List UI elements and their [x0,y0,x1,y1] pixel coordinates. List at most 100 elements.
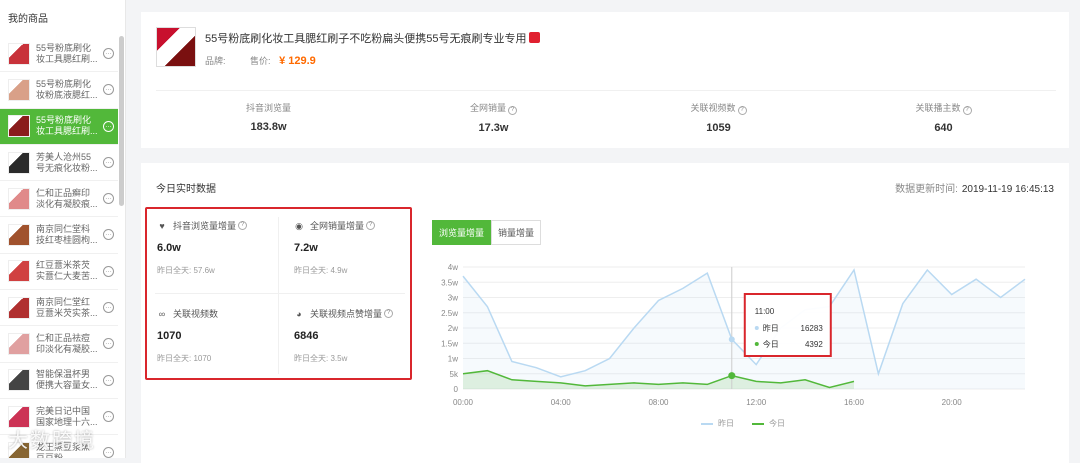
sidebar-item[interactable]: 智能保温杯男便携大容量女... … [0,363,118,399]
sidebar-title: 我的商品 [8,14,48,25]
sidebar-item-label: 芳美人沧州55号无痕化妆粉... [36,151,98,173]
product-thumbnail [8,333,30,356]
sidebar-item[interactable]: 芳美人沧州55号无痕化妆粉... … [0,145,118,182]
stat-label: 关联视频数? [606,101,831,115]
sidebar-item[interactable]: 南京同仁堂科技红枣桂圆枸... … [0,217,118,254]
product-thumbnail [8,78,30,101]
y-tick-label: 1w [448,355,458,364]
product-meta: 品牌: 售价: ¥ 129.9 [205,54,316,67]
x-tick-label: 08:00 [648,398,669,407]
tooltip-label: 昨日 [763,323,779,333]
sidebar-item-label: 南京同仁堂科技红枣桂圆枸... [36,224,98,246]
sidebar-item[interactable]: 南京同仁堂红豆薏米芡实茶...… [0,290,118,327]
x-tick-label: 20:00 [942,398,963,407]
divider [278,217,279,374]
tooltip-marker [754,326,759,330]
product-thumbnail [8,369,30,392]
stats-row: 抖音浏览量 183.8w 全网销量? 17.3w 关联视频数? 1059 关联播… [156,90,1056,140]
more-icon[interactable]: … [103,193,114,205]
metric-value: 6.0w [157,242,181,254]
stat-value: 1059 [706,122,731,134]
metric-yesterday: 昨日全天: 3.5w [294,354,348,363]
metric-videos: ∞ 关联视频数 1070 昨日全天: 1070 [147,297,275,377]
help-icon[interactable]: ? [384,309,394,318]
sidebar-item[interactable]: 红豆薏米茶芡实薏仁大麦苦... … [0,254,118,291]
y-tick-label: 0 [454,385,459,394]
sidebar-item[interactable]: 仁和正品祛痘印淡化有凝胶...… [0,326,118,363]
more-icon[interactable]: … [103,302,114,314]
sidebar-scrollbar[interactable] [119,36,124,206]
metric-label: 关联视频点赞增量 [310,309,383,319]
product-thumbnail [8,115,30,138]
metric-label: 全网销量增量 [310,221,365,231]
sidebar-item-label: 55号粉底刷化妆粉底液腮红... [36,78,98,100]
product-thumbnail [8,224,30,247]
stat-value: 17.3w [478,122,509,134]
product-sidebar: 我的商品 55号粉底刷化妆工具腮红刷...… 55号粉底刷化妆粉底液腮红...… 5… [0,0,126,458]
tooltip-marker [754,342,759,346]
more-icon[interactable]: … [103,374,114,386]
product-title-text: 55号粉底刷化妆工具腮红刷子不吃粉扁头便携55号无痕刷专业专用 [205,33,527,45]
tab-sales-increment[interactable]: 销量增量 [491,220,542,245]
sidebar-item[interactable]: 55号粉底刷化妆工具腮红刷... … [0,36,118,73]
help-icon[interactable]: ? [737,106,747,115]
heart-icon: ♥ [159,220,165,231]
metric-label: 关联视频数 [173,309,219,319]
product-thumbnail [8,42,30,65]
help-icon[interactable]: ? [508,106,517,115]
sidebar-item[interactable]: 55号粉底刷化妆粉底液腮红... … [0,72,118,109]
y-tick-label: 2w [448,324,458,333]
x-tick-label: 00:00 [453,398,474,407]
product-thumbnail [8,187,30,210]
legend-line-today [752,422,764,425]
sidebar-item-label: 智能保温杯男便携大容量女... [36,369,98,391]
sidebar-item-label: 仁和正品癣印淡化有凝胶痕... [36,187,98,209]
sidebar-item[interactable]: 仁和正品癣印淡化有凝胶痕... … [0,181,118,218]
stat-label: 全网销量? [381,101,606,115]
help-icon[interactable]: ? [962,106,972,115]
more-icon[interactable]: … [103,410,114,422]
y-tick-label: 3w [448,294,458,303]
more-icon[interactable]: … [103,338,114,350]
realtime-title: 今日实时数据 [156,184,216,195]
stat-videos: 关联视频数? 1059 [606,91,831,140]
divider [155,293,405,294]
x-tick-label: 16:00 [844,398,865,407]
product-image [156,27,196,67]
metric-value: 1070 [157,330,182,342]
stat-value: 640 [934,122,953,134]
help-icon[interactable]: ? [238,221,248,230]
y-tick-label: 2.5w [441,309,458,318]
brand-label: 品牌: [205,56,226,66]
tooltip-value: 4392 [805,340,823,349]
metric-yesterday: 昨日全天: 57.6w [157,266,215,275]
metric-label: 抖音浏览量增量 [173,221,237,231]
tab-views-increment[interactable]: 浏览量增量 [432,220,492,245]
metric-views: ♥ 抖音浏览量增量? 6.0w 昨日全天: 57.6w [147,209,275,289]
help-icon[interactable]: ? [366,221,376,230]
more-icon[interactable]: … [103,447,114,458]
product-thumbnail [8,151,30,174]
more-icon[interactable]: … [103,265,114,277]
tooltip-value: 16283 [801,324,824,333]
legend-label[interactable]: 昨日 [718,418,734,429]
more-icon[interactable]: … [103,84,114,96]
y-tick-label: 1.5w [441,339,458,348]
sidebar-item-label: 红豆薏米茶芡实薏仁大麦苦... [36,260,98,282]
more-icon[interactable]: … [103,229,114,241]
sidebar-item[interactable]: 55号粉底刷化妆工具腮红刷... … [0,108,118,145]
price-label: 售价: [250,56,271,66]
sidebar-item-label: 55号粉底刷化妆工具腮红刷... [36,42,98,64]
stat-sales: 全网销量? 17.3w [381,91,606,140]
more-icon[interactable]: … [103,156,114,168]
metric-sales: ◉ 全网销量增量? 7.2w 昨日全天: 4.9w [284,209,412,289]
product-title: 55号粉底刷化妆工具腮红刷子不吃粉扁头便携55号无痕刷专业专用 [205,30,541,46]
metrics-panel: ♥ 抖音浏览量增量? 6.0w 昨日全天: 57.6w ◉ 全网销量增量? 7.2w… [145,207,412,380]
more-icon[interactable]: … [103,120,114,132]
more-icon[interactable]: … [103,48,114,59]
sidebar-item-label: 55号粉底刷化妆工具腮红刷... [36,115,98,137]
legend-label[interactable]: 今日 [769,418,785,429]
line-chart[interactable]: 0 5k 1w 1.5w 2w 2.5w 3w 3.5w 4w 00:00 04:00 08:00 12… [422,255,1069,435]
tmall-badge-icon [529,32,541,43]
data-point [728,372,736,380]
